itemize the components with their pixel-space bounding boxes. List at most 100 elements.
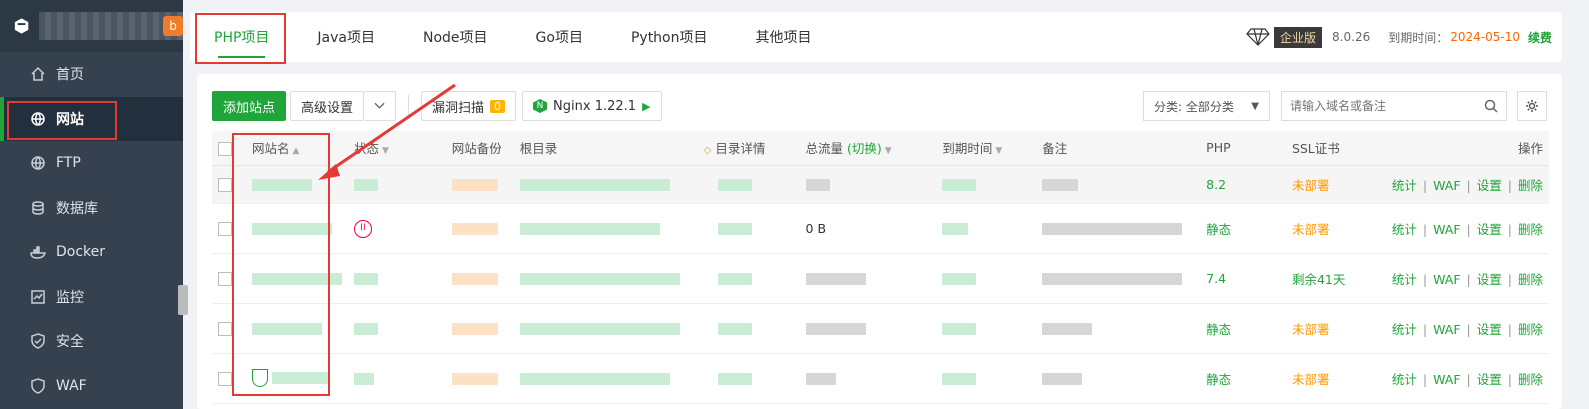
delete-link[interactable]: 删除	[1518, 178, 1543, 193]
expire-date: 2024-05-10	[1450, 30, 1520, 44]
php-cell[interactable]: 静态	[1200, 353, 1286, 404]
settings-link[interactable]: 设置	[1477, 178, 1502, 193]
ssl-cell[interactable]: 未部署	[1285, 353, 1386, 404]
php-cell[interactable]: 8.2	[1200, 165, 1286, 204]
delete-link[interactable]: 删除	[1518, 372, 1543, 387]
remark-cell[interactable]	[1036, 303, 1201, 354]
root-cell[interactable]	[513, 353, 698, 404]
stats-link[interactable]: 统计	[1392, 222, 1417, 237]
expire-cell[interactable]	[936, 303, 1037, 354]
header-expire[interactable]: 到期时间 ▼	[936, 131, 1037, 166]
bt-logo-icon	[14, 18, 29, 34]
sidebar-item-security[interactable]: 安全	[0, 319, 183, 364]
sidebar-item-home[interactable]: 首页	[0, 52, 183, 97]
traffic-toggle-link[interactable]: (切换)	[847, 141, 882, 156]
monitor-icon	[31, 290, 45, 304]
status-cell[interactable]: II	[347, 203, 446, 254]
sidebar-item-database[interactable]: 数据库	[0, 186, 183, 231]
header-root: 根目录	[513, 131, 698, 166]
tab-java[interactable]: Java项目	[293, 12, 399, 62]
waf-link[interactable]: WAF	[1433, 372, 1460, 387]
paused-status-icon[interactable]: II	[353, 220, 372, 238]
ssl-cell[interactable]: 剩余41天	[1285, 253, 1386, 304]
row-checkbox[interactable]	[218, 221, 232, 236]
add-site-button[interactable]: 添加站点	[212, 91, 287, 121]
stats-link[interactable]: 统计	[1392, 372, 1417, 387]
row-checkbox[interactable]	[218, 321, 232, 336]
expire-cell[interactable]	[936, 253, 1037, 304]
sidebar-item-label: 监控	[56, 289, 84, 306]
sidebar-item-ftp[interactable]: FTP	[0, 141, 183, 186]
tab-python[interactable]: Python项目	[607, 12, 732, 62]
stats-link[interactable]: 统计	[1392, 178, 1417, 193]
remark-cell[interactable]	[1036, 353, 1201, 404]
expire-cell[interactable]	[936, 165, 1037, 204]
sidebar-item-docker[interactable]: Docker	[0, 230, 183, 275]
logo-badge: b	[163, 16, 183, 36]
waf-link[interactable]: WAF	[1433, 322, 1460, 337]
sidebar-item-monitor[interactable]: 监控	[0, 275, 183, 320]
dir-detail-cell[interactable]	[697, 253, 800, 304]
remark-cell[interactable]	[1036, 253, 1201, 304]
php-cell[interactable]: 7.4	[1200, 253, 1286, 304]
backup-cell[interactable]	[445, 303, 514, 354]
settings-link[interactable]: 设置	[1477, 272, 1502, 287]
search-input[interactable]	[1290, 99, 1470, 113]
sidebar-collapse-handle[interactable]	[178, 285, 188, 315]
row-checkbox[interactable]	[218, 271, 232, 286]
php-cell[interactable]: 静态	[1200, 303, 1286, 354]
category-value: 分类: 全部分类	[1154, 99, 1234, 114]
waf-link[interactable]: WAF	[1433, 272, 1460, 287]
traffic-cell	[799, 165, 937, 204]
highlight-box-website	[7, 101, 117, 140]
backup-cell[interactable]	[445, 253, 514, 304]
dir-detail-cell[interactable]	[697, 165, 800, 204]
backup-cell[interactable]	[445, 353, 514, 404]
backup-cell[interactable]	[445, 203, 514, 254]
row-checkbox[interactable]	[218, 371, 232, 386]
root-cell[interactable]	[513, 303, 698, 354]
dir-detail-cell[interactable]	[697, 203, 800, 254]
settings-link[interactable]: 设置	[1477, 322, 1502, 337]
root-cell[interactable]	[513, 203, 698, 254]
ssl-cell[interactable]: 未部署	[1285, 165, 1386, 204]
waf-link[interactable]: WAF	[1433, 222, 1460, 237]
header-dir-detail: ◇ 目录详情	[697, 131, 800, 166]
settings-button[interactable]	[1517, 91, 1547, 121]
row-checkbox[interactable]	[218, 177, 232, 192]
delete-link[interactable]: 删除	[1518, 322, 1543, 337]
ssl-cell[interactable]: 未部署	[1285, 303, 1386, 354]
stats-link[interactable]: 统计	[1392, 322, 1417, 337]
dir-detail-cell[interactable]	[697, 353, 800, 404]
renew-link[interactable]: 续费	[1528, 29, 1552, 46]
tab-go[interactable]: Go项目	[512, 12, 607, 62]
ops-cell: 统计 | WAF | 设置 | 删除	[1385, 253, 1549, 304]
ssl-cell[interactable]: 未部署	[1285, 203, 1386, 254]
expire-cell[interactable]	[936, 203, 1037, 254]
waf-link[interactable]: WAF	[1433, 178, 1460, 193]
select-all-checkbox[interactable]	[218, 141, 232, 156]
nginx-button[interactable]: N Nginx 1.22.1 ▶	[522, 91, 662, 121]
category-select[interactable]: 分类: 全部分类 ▼	[1143, 91, 1270, 121]
remark-cell[interactable]	[1036, 165, 1201, 204]
ops-cell: 统计 | WAF | 设置 | 删除	[1385, 203, 1549, 254]
delete-link[interactable]: 删除	[1518, 272, 1543, 287]
status-cell[interactable]	[347, 353, 446, 404]
remark-cell[interactable]	[1036, 203, 1201, 254]
stats-link[interactable]: 统计	[1392, 272, 1417, 287]
root-cell[interactable]	[513, 165, 698, 204]
search-icon[interactable]	[1484, 99, 1498, 113]
settings-link[interactable]: 设置	[1477, 372, 1502, 387]
dir-detail-cell[interactable]	[697, 303, 800, 354]
settings-link[interactable]: 设置	[1477, 222, 1502, 237]
php-cell[interactable]: 静态	[1200, 203, 1286, 254]
tab-other[interactable]: 其他项目	[732, 12, 836, 62]
tab-node[interactable]: Node项目	[399, 12, 512, 62]
status-cell[interactable]	[347, 303, 446, 354]
delete-link[interactable]: 删除	[1518, 222, 1543, 237]
root-cell[interactable]	[513, 253, 698, 304]
expire-cell[interactable]	[936, 353, 1037, 404]
waf-icon	[31, 377, 45, 394]
status-cell[interactable]	[347, 253, 446, 304]
sidebar-item-waf[interactable]: WAF	[0, 364, 183, 409]
